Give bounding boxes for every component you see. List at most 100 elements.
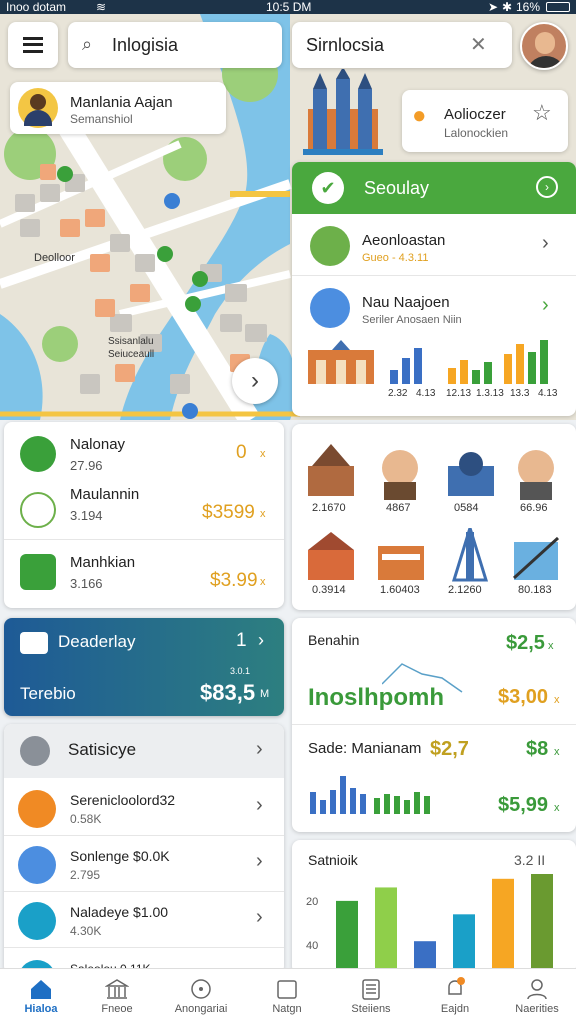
grid-row1-labels: 2.1670 4867 0584 66.96	[292, 502, 576, 518]
nav-map[interactable]: Natgn	[246, 969, 328, 1024]
item-title: Serenicloolord32	[70, 792, 176, 808]
bar-label: 4.13	[416, 388, 436, 399]
profile-sub: Semanshiol	[70, 112, 133, 126]
grid-row2-icons	[308, 528, 560, 582]
place-name: Aolioczer	[444, 106, 506, 123]
settings-panel: Satisicye › Serenicloolord32 0.58K › Son…	[4, 724, 284, 974]
card-count: 1	[236, 630, 247, 651]
bank-icon	[105, 979, 129, 999]
nav-explore[interactable]: Anongariai	[160, 969, 242, 1024]
search-text: Inlogisia	[112, 35, 179, 55]
card-icon	[18, 902, 56, 940]
map-next-button[interactable]: ›	[232, 358, 278, 404]
castle-illustration	[303, 69, 383, 155]
place-card[interactable]: ● Aolioczer Lalonockien ☆	[402, 90, 568, 152]
nav-stations[interactable]: Steiiens	[330, 969, 412, 1024]
avatar	[310, 226, 350, 266]
stats-value: $2,5	[506, 632, 545, 654]
grid-label: 80.183	[518, 584, 552, 596]
nav-label: Naerities	[515, 1003, 559, 1015]
star-icon[interactable]: ☆	[532, 100, 552, 126]
search-input-left[interactable]: ⌕ Inlogisia	[68, 22, 282, 68]
chevron-right-icon: ›	[256, 850, 263, 872]
nav-profile[interactable]: Naerities	[496, 969, 576, 1024]
grid-label: 66.96	[520, 502, 548, 514]
carrier-text: Inoo dotam	[6, 0, 67, 14]
settings-item[interactable]: Naladeye $1.00 4.30K ›	[4, 892, 284, 948]
item-title: Maulannin	[70, 486, 140, 503]
clear-icon[interactable]: ✕	[470, 32, 487, 57]
nav-home[interactable]: Hialoa	[0, 969, 82, 1024]
summary-row[interactable]: Aeonloastan Gueo - 4.3.11 ›	[292, 214, 576, 276]
grid-label: 1.60403	[380, 584, 420, 596]
item-title: Naladeye $1.00	[70, 904, 169, 920]
balance-card[interactable]: Deaderlay 1 › 3.0.1 Terebio $83,5 M	[4, 618, 284, 716]
bar-chart	[336, 874, 553, 970]
chart-bar	[531, 874, 553, 970]
settings-item[interactable]: Serenicloolord32 0.58K ›	[4, 780, 284, 836]
chevron-right-icon: ›	[256, 906, 263, 928]
stats-title: Benahin	[308, 632, 360, 648]
grid-label: 0584	[454, 502, 479, 514]
stats-value-2: $8	[526, 738, 549, 760]
item-value: $3.99	[210, 570, 258, 591]
chevron-right-icon: ›	[256, 794, 263, 816]
stats-suffix: x	[554, 746, 560, 758]
nav-label: Fneoe	[101, 1003, 133, 1015]
list-panel: Nalonay 27.96 0 x Maulannin 3.194 $3599 …	[4, 422, 284, 608]
chart-bar	[453, 914, 475, 970]
map-icon	[277, 980, 297, 999]
nav-finance[interactable]: Fneoe	[76, 969, 158, 1024]
stats-panel: Benahin $2,5 x Inoslhpomh $3,00 x Sade: …	[292, 618, 576, 832]
item-value: 0	[236, 442, 247, 463]
summary-header: ✔ Seoulay ›	[292, 162, 576, 214]
item-value: $3599	[202, 502, 255, 523]
nav-label: Eajdn	[440, 1003, 470, 1015]
map-label: Seiuceaull	[108, 349, 155, 360]
settings-header[interactable]: Satisicye ›	[4, 724, 284, 778]
nav-label: Steiiens	[351, 1003, 391, 1015]
info-icon[interactable]: ›	[536, 176, 558, 198]
avatar	[18, 88, 58, 128]
card-label: Terebio	[20, 684, 76, 703]
bell-icon	[448, 977, 465, 995]
compass-icon	[191, 979, 211, 999]
list-item[interactable]: Manhkian 3.166 $3.99 x	[4, 540, 284, 606]
chevron-right-icon: ›	[256, 738, 263, 760]
list-item[interactable]: Maulannin 3.194 $3599 x	[4, 484, 284, 540]
bar-label: 1.3.13	[476, 388, 504, 399]
nav-label: Hialoa	[24, 1003, 58, 1015]
chevron-right-icon: ›	[258, 630, 264, 650]
stats-amount: $3,00	[498, 686, 549, 708]
summary-panel: ✔ Seoulay › Aeonloastan Gueo - 4.3.11 › …	[292, 162, 576, 416]
nav-activity[interactable]: Eajdn	[414, 969, 496, 1024]
place-sub: Lalonockien	[444, 126, 509, 140]
grid-row1-icons	[308, 444, 554, 500]
list-item[interactable]: Nalonay 27.96 0 x	[4, 422, 284, 484]
settings-item[interactable]: Sonlenge $0.0K 2.795 ›	[4, 836, 284, 892]
chevron-right-icon: ›	[542, 232, 549, 254]
item-suffix: x	[260, 508, 266, 520]
battery-percent: 16%	[516, 0, 541, 14]
item-sub: 27.96	[70, 458, 103, 473]
map-label: Deolloor	[34, 252, 75, 264]
search-text: Sirnlocsia	[306, 35, 385, 55]
status-bar: Inoo dotam ≋ 10:5 DM ➤ ✱ 16%	[0, 0, 576, 14]
wifi-icon: ≋	[96, 0, 107, 14]
item-sub: 3.166	[70, 576, 103, 591]
search-input-right[interactable]: Sirnlocsia ✕	[292, 22, 512, 68]
profile-card[interactable]: Manlania Aajan Semanshiol	[10, 82, 226, 134]
nav-label: Anongariai	[174, 1003, 228, 1015]
summary-mini-charts	[308, 340, 548, 384]
avatar[interactable]	[520, 22, 568, 70]
menu-button[interactable]	[8, 22, 58, 68]
bottom-nav: Hialoa Fneoe Anongariai Natgn Steiiens E…	[0, 968, 576, 1024]
bar-label: 4.13	[538, 388, 558, 399]
bar-label: 2.32	[388, 388, 408, 399]
fire-icon	[18, 790, 56, 828]
summary-row[interactable]: Nau Naajoen Seriler Anosaen Niin ›	[292, 276, 576, 338]
divider	[292, 724, 576, 725]
row-sub: Gueo - 4.3.11	[362, 252, 429, 264]
clock: 10:5 DM	[266, 0, 312, 14]
stats-suffix: x	[554, 694, 560, 706]
